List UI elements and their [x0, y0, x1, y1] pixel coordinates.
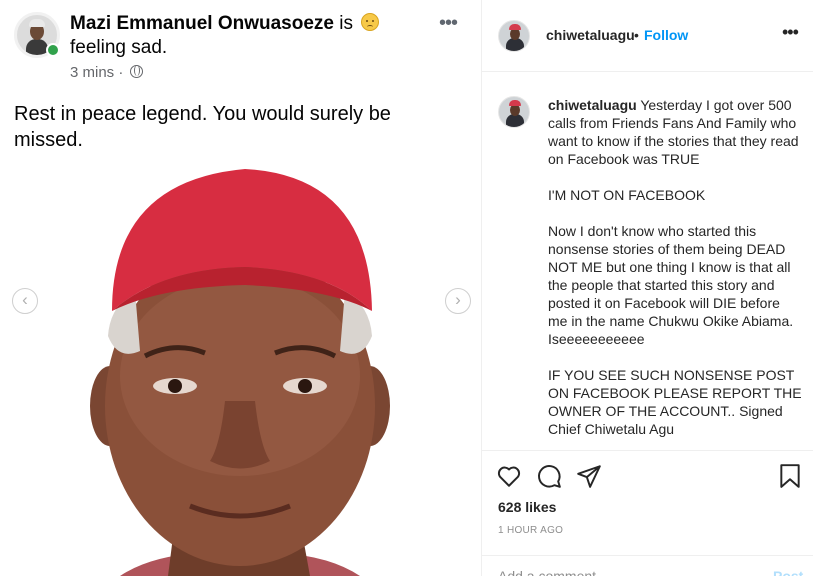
instagram-panel: chiwetaluagu • Follow ••• chiwetaluagu Y…	[482, 0, 813, 576]
sad-emoji-icon	[361, 13, 380, 31]
separator-dot: •	[634, 27, 639, 43]
caption-paragraph: I'M NOT ON FACEBOOK	[548, 187, 706, 203]
post-text: Rest in peace legend. You would surely b…	[14, 103, 391, 151]
post-header: chiwetaluagu • Follow •••	[482, 0, 813, 72]
post-photo[interactable]	[0, 161, 481, 576]
heart-icon[interactable]	[496, 463, 522, 494]
bookmark-icon[interactable]	[778, 463, 802, 494]
chevron-right-icon: ›	[455, 290, 461, 309]
author-name[interactable]: Mazi Emmanuel Onwuasoeze	[70, 13, 334, 34]
portrait-image	[0, 161, 481, 576]
more-options-button[interactable]: •••	[782, 22, 799, 43]
globe-icon[interactable]	[129, 65, 143, 78]
chevron-left-icon: ‹	[22, 290, 28, 309]
more-options-button[interactable]: •••	[439, 12, 458, 35]
caption-section: chiwetaluagu Yesterday I got over 500 ca…	[482, 72, 813, 450]
status-prefix: is	[339, 13, 353, 34]
post-author-line: Mazi Emmanuel Onwuasoeze is feeling sad.	[70, 12, 400, 60]
facebook-post-header: Mazi Emmanuel Onwuasoeze is feeling sad.…	[12, 10, 472, 82]
likes-count[interactable]: 628 likes	[498, 499, 556, 515]
facebook-post: Mazi Emmanuel Onwuasoeze is feeling sad.…	[0, 0, 481, 576]
avatar[interactable]	[498, 20, 530, 52]
comment-input[interactable]	[498, 568, 738, 576]
caption-paragraph: Now I don't know who started this nonsen…	[548, 223, 794, 347]
share-icon[interactable]	[576, 463, 602, 494]
caption-text: chiwetaluagu Yesterday I got over 500 ca…	[548, 96, 802, 450]
follow-button[interactable]: Follow	[644, 27, 688, 43]
caption-paragraph: IF YOU SEE SUCH NONSENSE POST ON FACEBOO…	[548, 367, 802, 437]
comment-row: Post	[482, 555, 813, 576]
post-comment-button[interactable]: Post	[773, 568, 803, 576]
meta-separator: ·	[118, 64, 124, 81]
post-meta: 3 mins ·	[70, 64, 143, 81]
carousel-next-button[interactable]: ›	[445, 288, 471, 314]
carousel-prev-button[interactable]: ‹	[12, 288, 38, 314]
post-timestamp[interactable]: 3 mins	[70, 64, 114, 81]
comment-icon[interactable]	[536, 463, 562, 494]
post-timestamp[interactable]: 1 HOUR AGO	[498, 525, 563, 536]
caption-username-link[interactable]: chiwetaluagu	[548, 97, 637, 113]
caption-avatar[interactable]	[498, 96, 530, 128]
online-status-dot	[46, 43, 60, 57]
actions-section: 628 likes 1 HOUR AGO Post	[482, 450, 813, 576]
feeling-text: feeling sad.	[70, 37, 168, 58]
caption-paragraph: chiwetaluagu Yesterday I got over 500 ca…	[548, 97, 799, 167]
username-link[interactable]: chiwetaluagu	[546, 27, 635, 43]
